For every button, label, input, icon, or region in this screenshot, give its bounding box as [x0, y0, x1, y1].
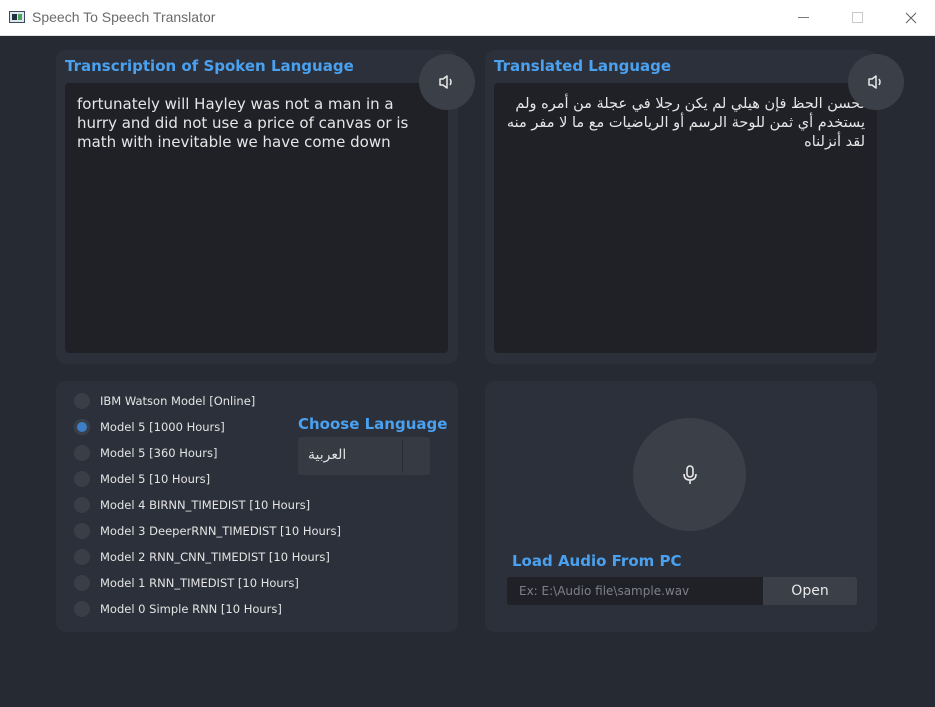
radio-button[interactable] [74, 393, 90, 409]
radio-button[interactable] [74, 523, 90, 539]
model-option-label: Model 5 [10 Hours] [100, 472, 211, 486]
maximize-icon [851, 12, 863, 23]
model-option[interactable]: Model 5 [10 Hours] [74, 469, 210, 489]
model-option-label: IBM Watson Model [Online] [100, 394, 256, 408]
model-option-label: Model 5 [360 Hours] [100, 446, 218, 460]
app-icon [9, 11, 25, 23]
model-option[interactable]: Model 1 RNN_TIMEDIST [10 Hours] [74, 573, 299, 593]
model-option[interactable]: Model 4 BIRNN_TIMEDIST [10 Hours] [74, 495, 310, 515]
model-option[interactable]: IBM Watson Model [Online] [74, 391, 255, 411]
model-option-label: Model 1 RNN_TIMEDIST [10 Hours] [100, 576, 299, 590]
radio-button[interactable] [74, 575, 90, 591]
choose-language-label: Choose Language [298, 415, 448, 433]
model-option[interactable]: Model 2 RNN_CNN_TIMEDIST [10 Hours] [74, 547, 330, 567]
load-audio-label: Load Audio From PC [512, 552, 682, 570]
model-option[interactable]: Model 5 [360 Hours] [74, 443, 217, 463]
model-option-label: Model 4 BIRNN_TIMEDIST [10 Hours] [100, 498, 311, 512]
radio-button[interactable] [74, 601, 90, 617]
close-button[interactable] [888, 0, 934, 35]
language-select-value: العربية [308, 447, 347, 463]
target-speak-button[interactable] [848, 54, 904, 110]
speaker-icon [868, 75, 881, 89]
audio-path-input[interactable] [507, 577, 763, 605]
source-label: Transcription of Spoken Language [65, 57, 354, 75]
maximize-button[interactable] [834, 0, 880, 35]
model-option[interactable]: Model 3 DeeperRNN_TIMEDIST [10 Hours] [74, 521, 341, 541]
model-option[interactable]: Model 0 Simple RNN [10 Hours] [74, 599, 282, 619]
microphone-icon [682, 464, 697, 484]
model-option-label: Model 5 [1000 Hours] [100, 420, 225, 434]
close-icon [905, 12, 917, 23]
model-option-label: Model 2 RNN_CNN_TIMEDIST [10 Hours] [100, 550, 330, 564]
minimize-icon [797, 17, 809, 18]
window-title: Speech To Speech Translator [32, 9, 216, 25]
radio-button[interactable] [74, 471, 90, 487]
minimize-button[interactable] [780, 0, 826, 35]
source-text-area[interactable]: fortunately will Hayley was not a man in… [65, 83, 448, 353]
radio-button-selected[interactable] [74, 419, 90, 435]
model-option-label: Model 3 DeeperRNN_TIMEDIST [10 Hours] [100, 524, 341, 538]
language-select-divider [402, 439, 403, 473]
speaker-icon [439, 75, 452, 89]
model-option[interactable]: Model 5 [1000 Hours] [74, 417, 225, 437]
title-bar: Speech To Speech Translator [0, 0, 935, 36]
radio-button[interactable] [74, 445, 90, 461]
target-text-area[interactable]: لحسن الحظ فإن هيلي لم يكن رجلا في عجلة م… [494, 83, 877, 353]
language-select[interactable]: العربية [298, 437, 430, 475]
model-option-label: Model 0 Simple RNN [10 Hours] [100, 602, 282, 616]
radio-button[interactable] [74, 549, 90, 565]
record-button[interactable] [633, 418, 746, 531]
open-button[interactable]: Open [763, 577, 857, 605]
radio-button[interactable] [74, 497, 90, 513]
target-label: Translated Language [494, 57, 672, 75]
source-speak-button[interactable] [419, 54, 475, 110]
